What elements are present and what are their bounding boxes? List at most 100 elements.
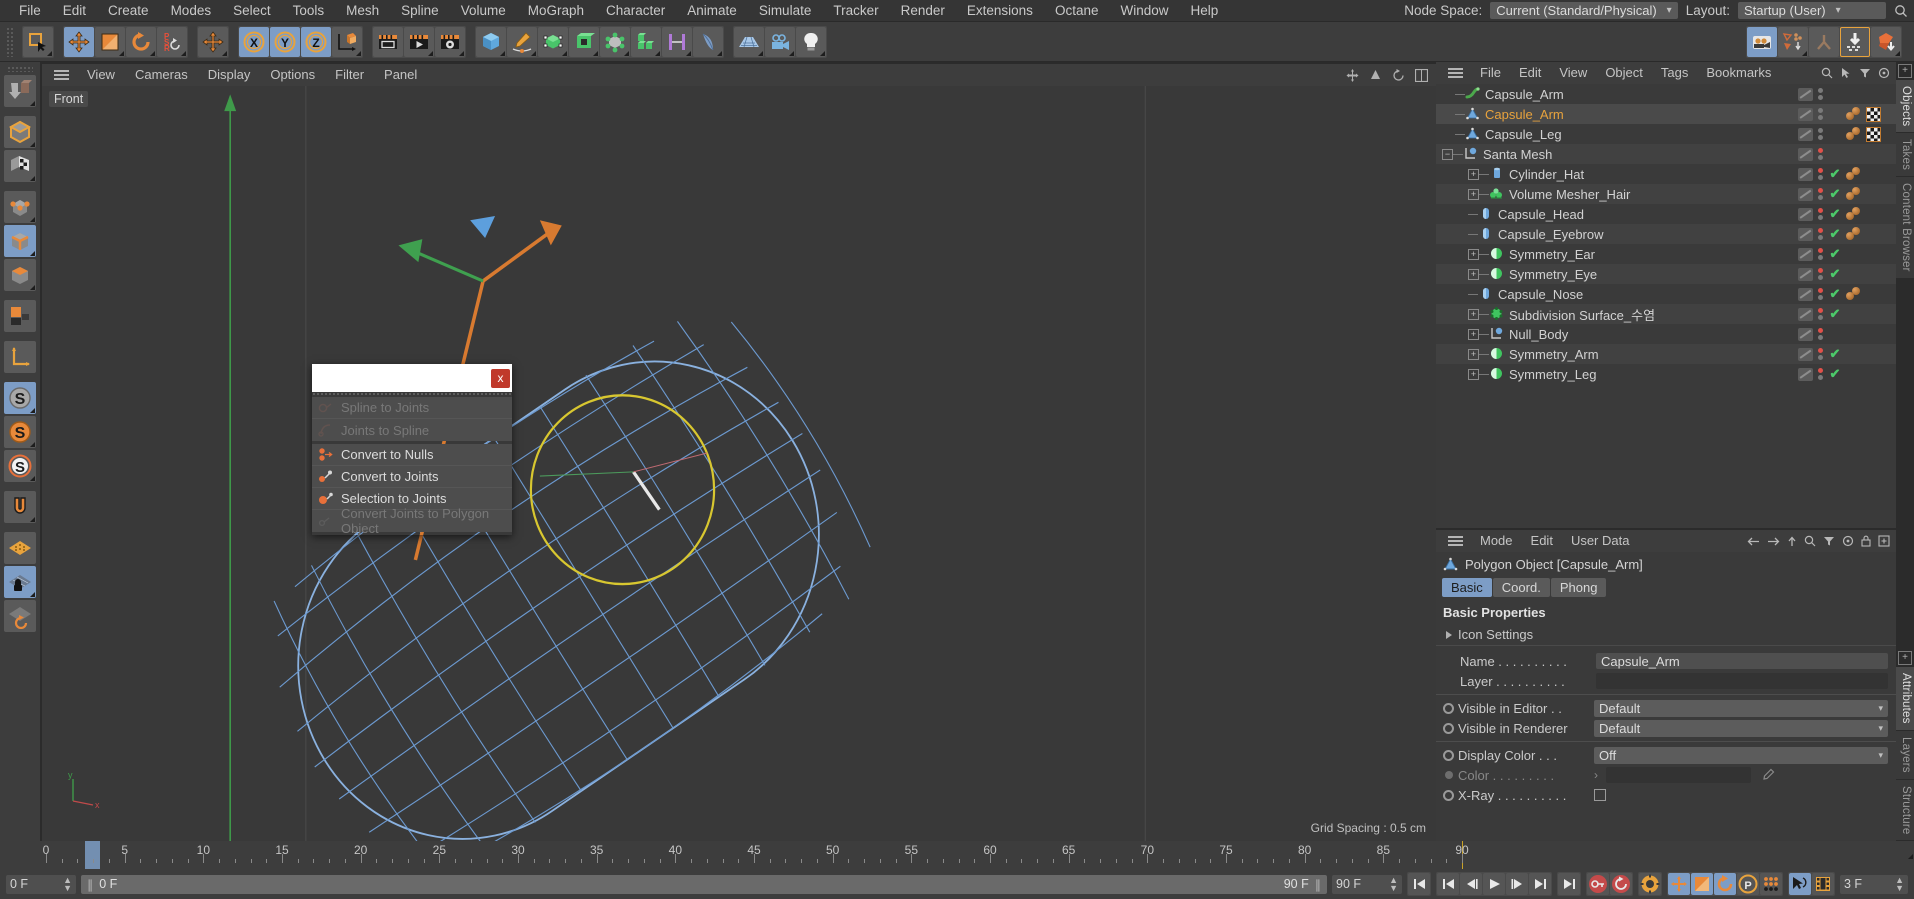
object-menu-view[interactable]: View — [1550, 62, 1596, 84]
object-row[interactable]: + Symmetry_Leg ✔ — [1436, 364, 1896, 384]
context-item-convert-to-joints[interactable]: Convert to Joints — [312, 466, 512, 488]
visibility-render-dot[interactable] — [1818, 135, 1823, 140]
layer-tag-icon[interactable] — [1798, 247, 1813, 261]
options-icon[interactable] — [1842, 535, 1854, 547]
expand-icon[interactable]: + — [1468, 168, 1479, 180]
rotation-icon[interactable] — [1714, 873, 1736, 895]
go-to-next-frame-icon[interactable] — [1506, 873, 1528, 895]
enabled-check-icon[interactable]: ✔ — [1828, 166, 1842, 182]
left-toolbar-drag-handle[interactable] — [7, 66, 33, 72]
mograph-icon[interactable] — [600, 26, 630, 57]
cursor-icon[interactable] — [1840, 67, 1852, 79]
visibility-editor-dot[interactable] — [1818, 288, 1823, 293]
visibility-render-dot[interactable] — [1818, 275, 1823, 280]
menu-mograph[interactable]: MoGraph — [517, 0, 595, 22]
visibility-dots[interactable] — [1817, 128, 1824, 140]
visibility-render-dot[interactable] — [1818, 155, 1823, 160]
object-row[interactable]: + Volume Mesher_Hair ✔ — [1436, 184, 1896, 204]
record-active-objects-icon[interactable] — [1587, 873, 1609, 895]
world-object-axis-icon[interactable] — [332, 26, 362, 57]
enabled-check-icon[interactable]: ✔ — [1828, 206, 1842, 222]
visibility-render-dot[interactable] — [1818, 315, 1823, 320]
layer-tag-icon[interactable] — [1798, 107, 1813, 121]
light-icon[interactable] — [796, 26, 826, 57]
xray-radio[interactable] — [1443, 789, 1454, 801]
generator-icon[interactable] — [538, 26, 568, 57]
texture-tag-icon[interactable] — [1866, 126, 1881, 142]
visibility-editor-dot[interactable] — [1818, 328, 1823, 333]
viewport-layout-icon[interactable] — [1415, 68, 1428, 82]
visibility-render-dot[interactable] — [1818, 375, 1823, 380]
visibility-render-dot[interactable] — [1818, 355, 1823, 360]
visibility-editor-dot[interactable] — [1818, 308, 1823, 313]
menu-edit[interactable]: Edit — [52, 0, 97, 22]
field-icon[interactable] — [662, 26, 692, 57]
viewport-solo-icon[interactable] — [1747, 26, 1777, 57]
normals-icon[interactable] — [1778, 26, 1808, 57]
vertical-tab-content-browser[interactable]: Content Browser — [1896, 177, 1914, 279]
visibility-editor-dot[interactable] — [1818, 128, 1823, 133]
layer-tag-icon[interactable] — [1798, 147, 1813, 161]
search-icon[interactable] — [1804, 535, 1816, 547]
menu-tools[interactable]: Tools — [282, 0, 336, 22]
enabled-check-icon[interactable]: ✔ — [1828, 186, 1842, 202]
eyedropper-icon[interactable] — [1761, 768, 1775, 782]
model-mode-icon[interactable] — [4, 116, 36, 148]
render-settings-icon[interactable] — [435, 26, 465, 57]
viewport-menu-view[interactable]: View — [77, 64, 125, 86]
attributes-menu-edit[interactable]: Edit — [1522, 530, 1562, 552]
object-row[interactable]: + Subdivision Surface_수염 ✔ — [1436, 304, 1896, 324]
add-panel-top-button[interactable]: + — [1898, 64, 1912, 78]
enabled-check-icon[interactable]: ✔ — [1828, 346, 1842, 362]
visibility-render-dot[interactable] — [1818, 295, 1823, 300]
skin-icon[interactable] — [1871, 26, 1901, 57]
lock-y-icon[interactable]: Y — [270, 26, 300, 57]
vertical-tab-objects[interactable]: Objects — [1896, 80, 1914, 133]
material-tag-icon[interactable] — [1846, 106, 1863, 122]
filmstrip-icon[interactable] — [1812, 873, 1834, 895]
visibility-editor-dot[interactable] — [1818, 108, 1823, 113]
layer-tag-icon[interactable] — [1798, 207, 1813, 221]
options-icon[interactable] — [1878, 67, 1890, 79]
enabled-check-icon[interactable]: ✔ — [1828, 366, 1842, 382]
attributes-tab-phong[interactable]: Phong — [1550, 578, 1607, 597]
object-menu-tags[interactable]: Tags — [1652, 62, 1697, 84]
visibility-editor-dot[interactable] — [1818, 168, 1823, 173]
layer-input[interactable] — [1596, 673, 1888, 689]
material-tag-icon[interactable] — [1846, 286, 1863, 302]
joint-icon[interactable] — [1809, 26, 1839, 57]
visibility-editor-dot[interactable] — [1818, 268, 1823, 273]
material-tag-icon[interactable] — [1846, 186, 1863, 202]
layer-tag-icon[interactable] — [1798, 307, 1813, 321]
attributes-tab-coord[interactable]: Coord. — [1492, 578, 1550, 597]
visibility-render-dot[interactable] — [1818, 215, 1823, 220]
enabled-check-icon[interactable]: ✔ — [1828, 226, 1842, 242]
pen-spline-icon[interactable] — [507, 26, 537, 57]
visibility-editor-dot[interactable] — [1818, 88, 1823, 93]
viewport-move-icon[interactable] — [1346, 68, 1359, 82]
deformer-icon[interactable] — [693, 26, 723, 57]
viewport-menu-icon[interactable] — [46, 70, 77, 80]
object-menu-file[interactable]: File — [1471, 62, 1510, 84]
menu-mesh[interactable]: Mesh — [335, 0, 390, 22]
rotate-icon[interactable] — [126, 26, 156, 57]
up-arrow-icon[interactable] — [1787, 536, 1797, 547]
scene-icon[interactable] — [631, 26, 661, 57]
visibility-dots[interactable] — [1817, 188, 1824, 200]
camera-icon[interactable] — [765, 26, 795, 57]
search-icon[interactable] — [1821, 67, 1833, 79]
visible-renderer-dropdown[interactable]: Default ▾ — [1594, 719, 1888, 737]
menu-window[interactable]: Window — [1109, 0, 1179, 22]
add-panel-bottom-button[interactable]: + — [1898, 651, 1912, 666]
texture-tag-icon[interactable] — [1866, 106, 1881, 122]
fps-field[interactable]: 3 F ▲ ▼ — [1840, 874, 1908, 894]
menu-spline[interactable]: Spline — [390, 0, 450, 22]
stepper-icon[interactable]: ▲ ▼ — [1389, 876, 1398, 893]
vertical-tab-attributes[interactable]: Attributes — [1896, 667, 1914, 730]
visibility-editor-dot[interactable] — [1818, 148, 1823, 153]
make-editable-icon[interactable] — [4, 75, 36, 107]
object-menu-bookmarks[interactable]: Bookmarks — [1697, 62, 1780, 84]
polygons-mode-icon[interactable] — [4, 259, 36, 291]
expand-icon[interactable]: + — [1468, 248, 1479, 260]
go-to-next-key-icon[interactable] — [1529, 873, 1551, 895]
